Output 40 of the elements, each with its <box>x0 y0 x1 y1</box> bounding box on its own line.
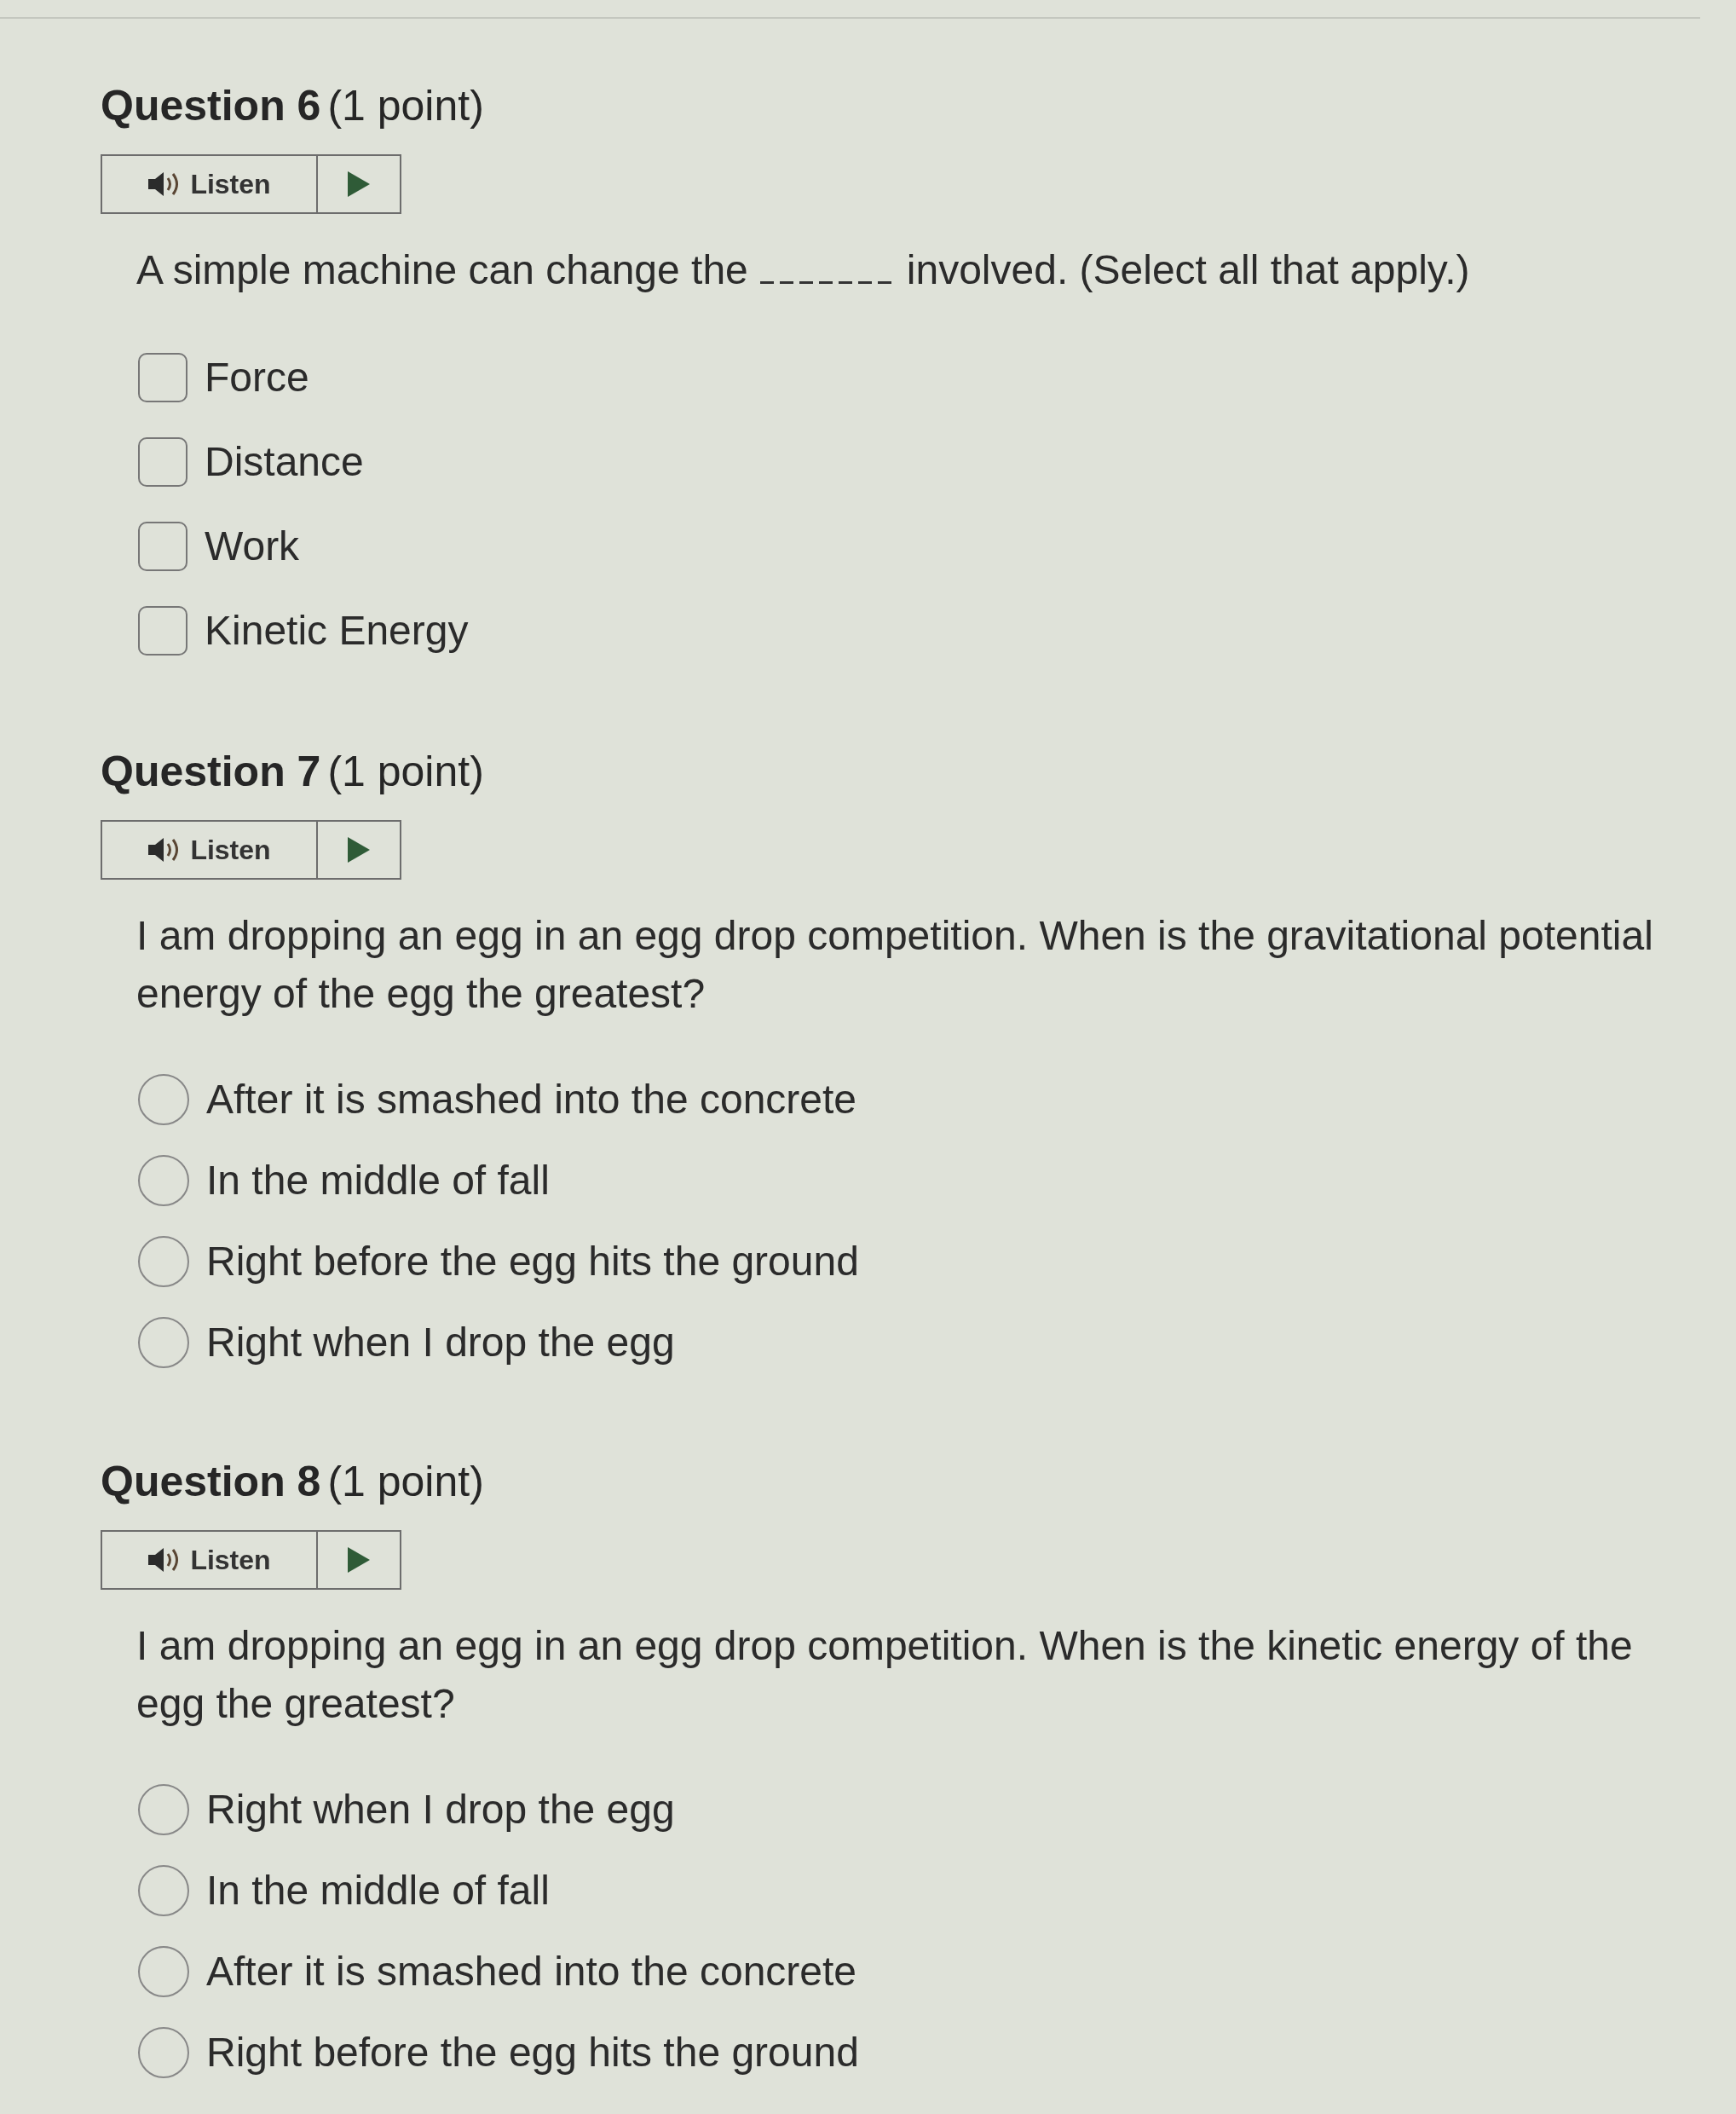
listen-button[interactable]: Listen <box>102 156 318 212</box>
checkbox[interactable] <box>138 605 187 656</box>
option-label: Work <box>205 522 300 570</box>
question-text: A simple machine can change the <box>136 247 748 292</box>
option-label: Right when I drop the egg <box>206 1318 675 1366</box>
checkbox[interactable] <box>138 521 187 571</box>
radio-button[interactable] <box>138 1235 189 1287</box>
option-label: Kinetic Energy <box>205 606 469 655</box>
listen-button[interactable]: Listen <box>102 822 318 878</box>
question-title: Question 7 <box>101 748 321 795</box>
checkbox[interactable] <box>138 352 187 402</box>
question-text: I am dropping an egg in an egg drop competition. When is the kinetic energy of the egg the greatest? <box>136 1623 1633 1726</box>
option-label: Force <box>205 353 309 401</box>
option-label: In the middle of fall <box>206 1866 550 1915</box>
option-label: In the middle of fall <box>206 1156 550 1204</box>
option-label: Right before the egg hits the ground <box>206 1237 859 1285</box>
checkbox[interactable] <box>138 436 187 487</box>
radio-button[interactable] <box>138 1316 189 1368</box>
radio-button[interactable] <box>138 2026 189 2078</box>
question-text: involved. (Select all that apply.) <box>906 247 1470 292</box>
question-title: Question 8 <box>101 1458 321 1505</box>
option-label: After it is smashed into the concrete <box>206 1075 857 1123</box>
option-label: Distance <box>205 437 364 486</box>
play-icon <box>348 837 370 863</box>
radio-button[interactable] <box>138 1073 189 1125</box>
question-text: I am dropping an egg in an egg drop competition. When is the gravitational potential energy of the egg the greatest? <box>136 913 1653 1016</box>
listen-button[interactable]: Listen <box>102 1532 318 1588</box>
points-label: (1 point) <box>327 748 484 795</box>
question-title: Question 6 <box>101 82 321 130</box>
play-icon <box>348 1547 370 1573</box>
points-label: (1 point) <box>327 82 484 130</box>
radio-button[interactable] <box>138 1783 189 1835</box>
radio-button[interactable] <box>138 1945 189 1997</box>
radio-button[interactable] <box>138 1154 189 1206</box>
option-label: After it is smashed into the concrete <box>206 1947 857 1996</box>
points-label: (1 point) <box>327 1458 484 1505</box>
play-icon <box>348 171 370 197</box>
option-label: Right before the egg hits the ground <box>206 2028 859 2076</box>
option-label: Right when I drop the egg <box>206 1785 675 1834</box>
radio-button[interactable] <box>138 1864 189 1916</box>
